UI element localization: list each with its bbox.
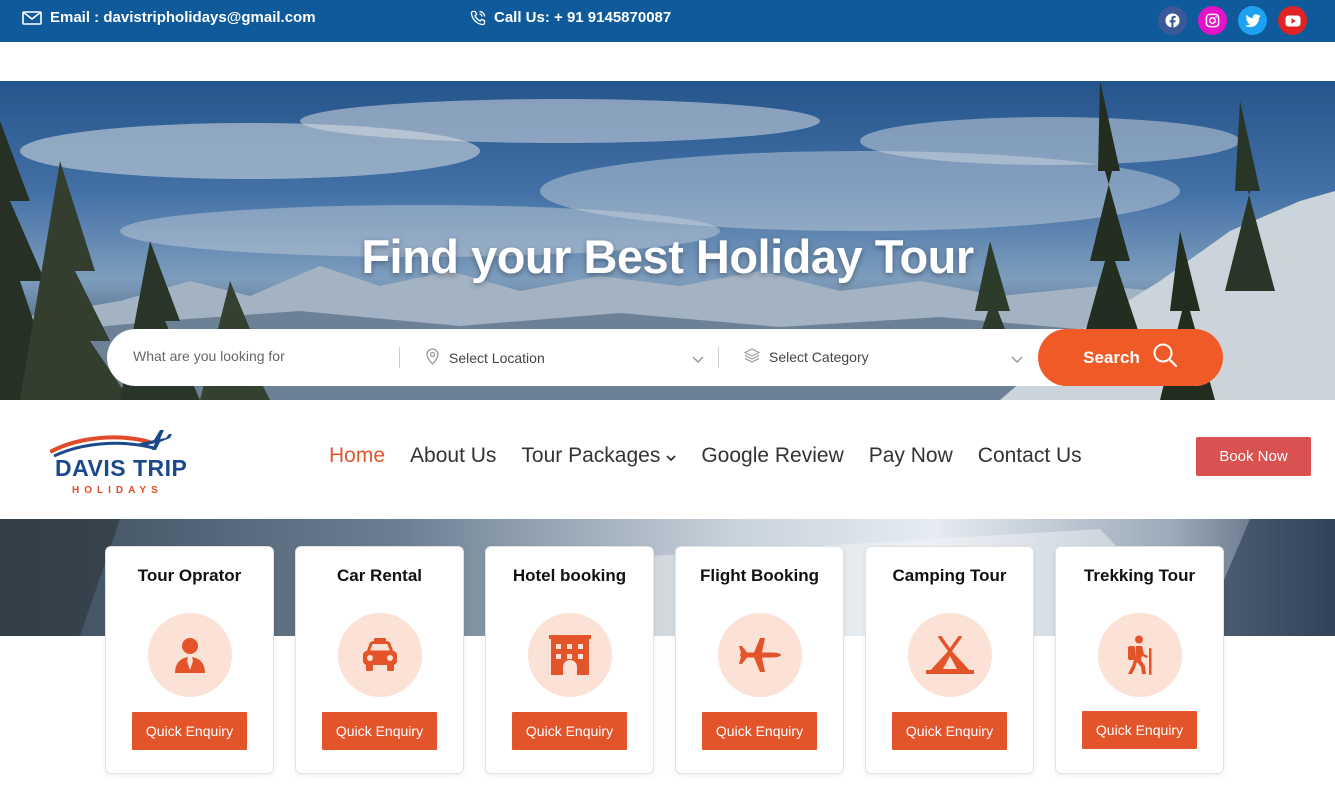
social-links (1158, 6, 1307, 35)
service-title: Flight Booking (700, 566, 819, 585)
main-header: DAVIS TRIP HOLIDAYS Home About Us Tour P… (0, 400, 1335, 519)
category-select[interactable]: Select Category (743, 348, 869, 366)
hotel-icon (528, 613, 612, 697)
hero-title: Find your Best Holiday Tour (361, 230, 974, 283)
email-contact[interactable]: Email : davistripholidays@gmail.com (22, 9, 316, 26)
logo-name: DAVIS TRIP (55, 455, 188, 481)
plane-icon (718, 613, 802, 697)
search-divider (718, 347, 719, 368)
service-card-hotel-booking: Hotel booking Quick Enquiry (485, 546, 654, 774)
nav-about-us[interactable]: About Us (410, 444, 496, 468)
nav-contact-us[interactable]: Contact Us (978, 444, 1082, 468)
service-title: Trekking Tour (1083, 566, 1196, 585)
envelope-icon (22, 10, 42, 25)
quick-enquiry-button[interactable]: Quick Enquiry (702, 712, 817, 750)
quick-enquiry-button[interactable]: Quick Enquiry (512, 712, 627, 750)
layers-icon (743, 348, 761, 366)
search-bar: Select Location Select Category Search (107, 329, 1223, 386)
site-logo[interactable]: DAVIS TRIP HOLIDAYS (50, 428, 210, 498)
map-pin-icon (425, 348, 440, 368)
phone-contact[interactable]: Call Us: + 91 9145870087 (470, 9, 671, 26)
nav-home[interactable]: Home (329, 444, 385, 468)
nav-pay-now[interactable]: Pay Now (869, 444, 953, 468)
service-card-camping-tour: Camping Tour Quick Enquiry (865, 546, 1034, 774)
search-button-label: Search (1083, 347, 1140, 367)
phone-icon (470, 10, 486, 26)
category-select-label: Select Category (769, 349, 869, 365)
quick-enquiry-button[interactable]: Quick Enquiry (132, 712, 247, 750)
chevron-down-icon[interactable] (1011, 351, 1023, 369)
service-card-flight-booking: Flight Booking Quick Enquiry (675, 546, 844, 774)
search-input[interactable] (133, 348, 393, 364)
nav-tour-packages[interactable]: Tour Packages (521, 444, 676, 468)
quick-enquiry-button[interactable]: Quick Enquiry (322, 712, 437, 750)
nav-tour-packages-label: Tour Packages (521, 444, 661, 467)
service-title: Camping Tour (892, 566, 1007, 585)
search-divider (399, 347, 400, 368)
main-nav: Home About Us Tour Packages Google Revie… (329, 444, 1082, 468)
search-icon (1152, 342, 1178, 373)
location-select-label: Select Location (449, 350, 545, 366)
services-list: Tour Oprator Quick Enquiry Car Rental Qu… (105, 546, 1224, 774)
quick-enquiry-button[interactable]: Quick Enquiry (1082, 711, 1197, 749)
top-bar: Email : davistripholidays@gmail.com Call… (0, 0, 1335, 42)
twitter-icon[interactable] (1238, 6, 1267, 35)
hiker-icon (1098, 613, 1182, 697)
instagram-icon[interactable] (1198, 6, 1227, 35)
chevron-down-icon[interactable] (692, 351, 704, 369)
email-text: Email : davistripholidays@gmail.com (50, 9, 316, 26)
service-card-trekking-tour: Trekking Tour Quick Enquiry (1055, 546, 1224, 774)
logo-tagline: HOLIDAYS (72, 485, 163, 496)
tent-icon (908, 613, 992, 697)
search-button[interactable]: Search (1038, 329, 1223, 386)
car-icon (338, 613, 422, 697)
phone-text: Call Us: + 91 9145870087 (494, 9, 672, 26)
quick-enquiry-button[interactable]: Quick Enquiry (892, 712, 1007, 750)
nav-google-review[interactable]: Google Review (701, 444, 843, 468)
service-title: Tour Oprator (137, 566, 242, 585)
facebook-icon[interactable] (1158, 6, 1187, 35)
service-title: Car Rental (336, 566, 423, 585)
user-tie-icon (148, 613, 232, 697)
service-card-car-rental: Car Rental Quick Enquiry (295, 546, 464, 774)
service-title: Hotel booking (512, 566, 627, 585)
location-select[interactable]: Select Location (425, 348, 545, 368)
chevron-down-icon (666, 444, 676, 468)
youtube-icon[interactable] (1278, 6, 1307, 35)
book-now-button[interactable]: Book Now (1196, 437, 1311, 476)
service-card-tour-operator: Tour Oprator Quick Enquiry (105, 546, 274, 774)
